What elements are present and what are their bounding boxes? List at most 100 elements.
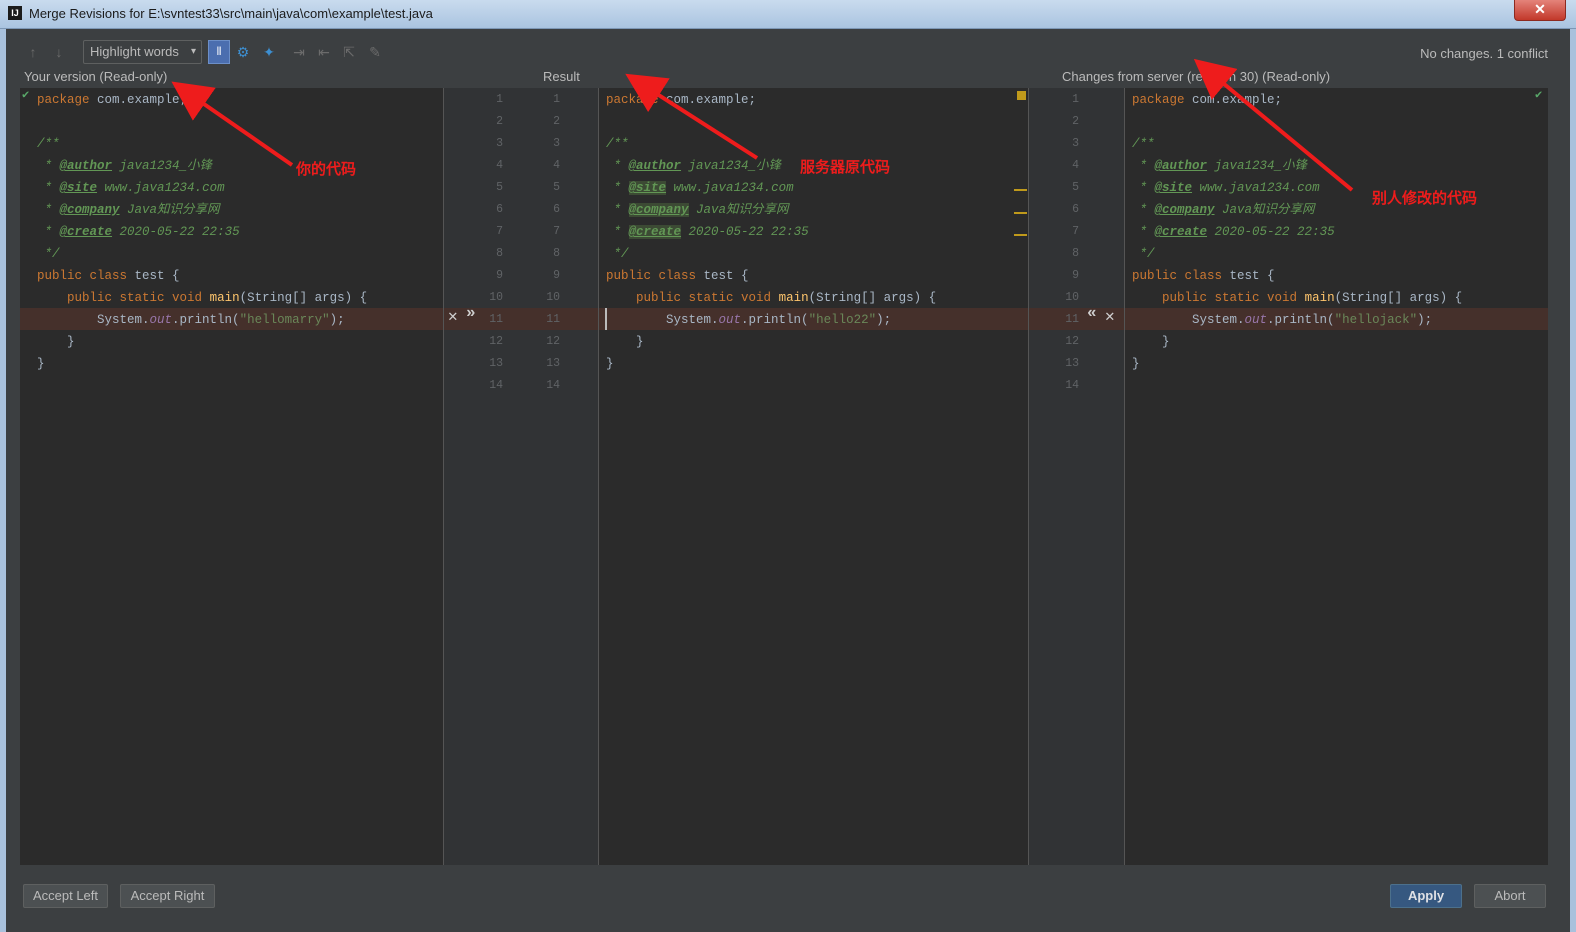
line-number: 11 (1065, 313, 1079, 326)
pane-divider (443, 88, 444, 865)
left-editor[interactable]: ✔ package com.example; /** * @author jav… (20, 88, 443, 865)
code-line: * @create 2020-05-22 22:35 (1132, 225, 1335, 239)
pane-divider (1124, 88, 1125, 865)
highlight-mode-dropdown[interactable]: Highlight words ▾ (83, 40, 202, 64)
code-line: /** (1132, 137, 1155, 151)
change-marker-icon (1017, 91, 1026, 100)
line-number: 6 (496, 203, 503, 216)
code-line: * @author java1234_小锋 (1132, 159, 1308, 173)
code-line: public static void main(String[] args) { (636, 291, 937, 305)
code-line: public static void main(String[] args) { (67, 291, 368, 305)
line-number: 14 (489, 379, 503, 392)
code-line: } (606, 357, 614, 371)
previous-conflict-arrow-icon[interactable]: ↑ (24, 43, 42, 61)
line-number: 11 (489, 313, 503, 326)
right-editor[interactable]: ✔ package com.example; /** * @author jav… (1125, 88, 1548, 865)
annotation-server-original: 服务器原代码 (800, 159, 891, 176)
code-line: } (1132, 357, 1140, 371)
merge-toolbar: ↑ ↓ Highlight words ▾ ⫴ ⚙ ✦ ⇥ ⇤ ⇱ ✎ No c… (20, 40, 1560, 66)
code-line: package com.example; (1132, 93, 1283, 107)
conflict-code-line: System.out.println("hellojack"); (1192, 313, 1433, 327)
code-line: */ (1139, 247, 1155, 261)
ignore-left-change-icon[interactable]: ✕ (448, 306, 458, 326)
pane-divider (1028, 88, 1029, 865)
right-pane-title: Changes from server (revision 30) (Read-… (1062, 69, 1331, 84)
checkmark-icon: ✔ (22, 88, 30, 102)
resolve-icon[interactable]: ⇱ (340, 43, 358, 61)
apply-non-conflicting-magic-icon[interactable]: ✦ (260, 43, 278, 61)
change-marker (1014, 212, 1027, 214)
code-line: * @create 2020-05-22 22:35 (37, 225, 240, 239)
line-number: 10 (546, 291, 560, 304)
annotation-your-code: 你的代码 (296, 161, 357, 178)
code-line: * @create 2020-05-22 22:35 (606, 225, 809, 239)
side-by-side-toggle-icon[interactable]: ⫴ (208, 40, 230, 64)
line-number: 5 (496, 181, 503, 194)
code-line: } (37, 357, 45, 371)
line-number: 7 (1072, 225, 1079, 238)
line-number: 8 (1072, 247, 1079, 260)
chevron-down-icon: ▾ (190, 46, 196, 57)
conflict-code-line: System.out.println("hellomarry"); (97, 313, 345, 327)
line-number: 14 (546, 379, 560, 392)
line-number: 8 (553, 247, 560, 260)
change-marker (1014, 234, 1027, 236)
code-line: */ (613, 247, 629, 261)
left-center-gutter: ✕ » (444, 88, 598, 865)
line-number: 3 (1072, 137, 1079, 150)
merge-status-text: No changes. 1 conflict (1420, 46, 1548, 61)
apply-right-icon[interactable]: ⇤ (315, 43, 333, 61)
settings-gear-icon[interactable]: ⚙ (234, 43, 252, 61)
code-line: public class test { (1132, 269, 1275, 283)
checkmark-icon: ✔ (1535, 88, 1543, 102)
center-pane-title: Result (543, 69, 580, 84)
line-number: 13 (546, 357, 560, 370)
line-number: 12 (546, 335, 560, 348)
code-line: /** (37, 137, 60, 151)
conflict-code-line: System.out.println("hello22"); (666, 313, 892, 327)
apply-right-change-icon[interactable]: « (1087, 304, 1097, 322)
accept-left-button[interactable]: Accept Left (23, 884, 108, 908)
abort-button[interactable]: Abort (1474, 884, 1546, 908)
apply-left-icon[interactable]: ⇥ (290, 43, 308, 61)
code-line: } (67, 335, 75, 349)
next-conflict-arrow-icon[interactable]: ↓ (50, 43, 68, 61)
line-number: 9 (1072, 269, 1079, 282)
apply-button[interactable]: Apply (1390, 884, 1462, 908)
code-line: } (636, 335, 644, 349)
highlight-mode-value: Highlight words (90, 44, 179, 59)
accept-right-button[interactable]: Accept Right (120, 884, 215, 908)
line-number: 2 (553, 115, 560, 128)
ignore-right-change-icon[interactable]: ✕ (1105, 306, 1115, 326)
line-number: 1 (553, 93, 560, 106)
line-number: 11 (546, 313, 560, 326)
code-line: * @company Java知识分享网 (1132, 203, 1315, 217)
line-number: 13 (489, 357, 503, 370)
code-line: public class test { (606, 269, 749, 283)
line-number: 4 (1072, 159, 1079, 172)
code-line: package com.example; (37, 93, 188, 107)
window-close-button[interactable]: ✕ (1514, 0, 1566, 21)
line-number: 12 (1065, 335, 1079, 348)
code-line: * @site www.java1234.com (606, 181, 794, 195)
annotation-others-code: 别人修改的代码 (1372, 190, 1478, 207)
line-number: 4 (553, 159, 560, 172)
line-number: 10 (1065, 291, 1079, 304)
result-editor[interactable]: package com.example; /** * @author java1… (599, 88, 1028, 865)
code-line: * @site www.java1234.com (1132, 181, 1320, 195)
line-number: 7 (553, 225, 560, 238)
change-marker (1014, 189, 1027, 191)
line-number: 3 (496, 137, 503, 150)
line-number: 12 (489, 335, 503, 348)
code-line: * @company Java知识分享网 (37, 203, 220, 217)
line-number: 4 (496, 159, 503, 172)
pane-divider (598, 88, 599, 865)
code-line: public static void main(String[] args) { (1162, 291, 1463, 305)
code-line: * @company Java知识分享网 (606, 203, 789, 217)
line-number: 13 (1065, 357, 1079, 370)
line-number: 9 (496, 269, 503, 282)
line-number: 2 (1072, 115, 1079, 128)
code-line: public class test { (37, 269, 180, 283)
edit-icon[interactable]: ✎ (366, 43, 384, 61)
line-number: 9 (553, 269, 560, 282)
